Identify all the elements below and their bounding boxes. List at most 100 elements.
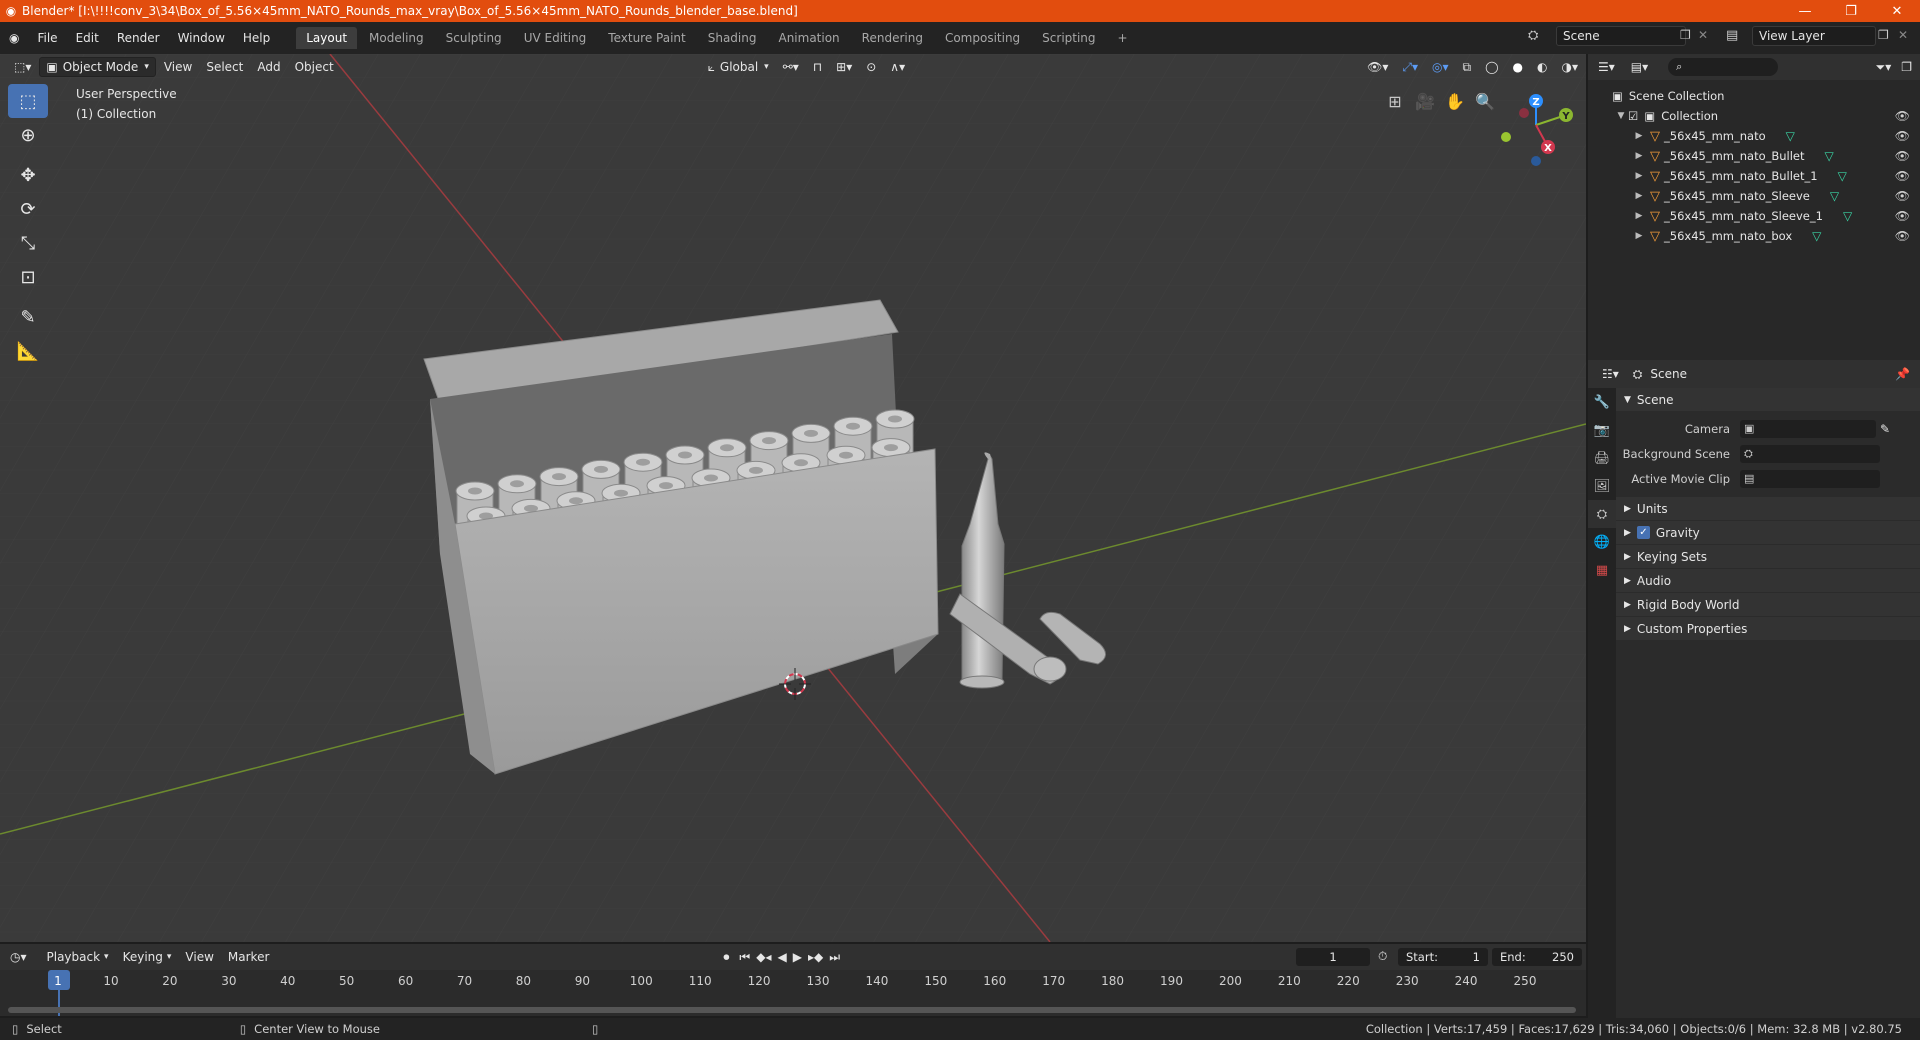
pivot-icon[interactable]: ⚯▾ xyxy=(777,57,805,77)
expand-icon[interactable]: ▶ xyxy=(1632,131,1646,141)
snap-target-icon[interactable]: ⊞▾ xyxy=(830,57,858,77)
collapse-icon[interactable]: ▼ xyxy=(1614,111,1628,121)
xray-icon[interactable]: ⧉ xyxy=(1457,57,1478,77)
expand-icon[interactable]: ▶ xyxy=(1632,231,1646,241)
output-tab-icon[interactable]: 🖨 xyxy=(1588,444,1616,472)
current-frame-field[interactable]: 1 xyxy=(1296,948,1370,966)
timeline-editor-icon[interactable]: ◷▾ xyxy=(10,950,27,964)
gravity-checkbox[interactable]: ✓ xyxy=(1636,526,1650,539)
outliner-object[interactable]: ▶ ▽ _56x45_mm_nato_Sleeve_1 ▽ 👁 xyxy=(1588,206,1920,226)
maximize-button[interactable]: ❐ xyxy=(1828,4,1874,19)
view-layer-icon[interactable]: ▤ xyxy=(1726,28,1738,43)
jump-end-icon[interactable]: ⏭ xyxy=(829,950,840,965)
gizmo-neg-z[interactable] xyxy=(1531,156,1541,166)
tab-texture-paint[interactable]: Texture Paint xyxy=(598,27,695,49)
scene-name-field[interactable]: Scene xyxy=(1556,26,1686,46)
grid-view-icon[interactable]: ⊞ xyxy=(1380,86,1410,116)
view-layer-tab-icon[interactable]: 🖼 xyxy=(1588,472,1616,500)
view-layer-field[interactable]: View Layer xyxy=(1752,26,1876,46)
render-tab-icon[interactable]: 📷 xyxy=(1588,416,1616,444)
select-box-icon[interactable]: ⬚ xyxy=(8,84,48,118)
material-shading-icon[interactable]: ◐ xyxy=(1531,57,1553,77)
eye-icon[interactable]: 👁 xyxy=(1895,109,1910,123)
outliner-object[interactable]: ▶ ▽ _56x45_mm_nato ▽ 👁 xyxy=(1588,126,1920,146)
delete-view-layer-icon[interactable]: ✕ xyxy=(1898,28,1908,42)
timeline-ruler[interactable]: 1 10 20 30 40 50 60 70 80 90 100 110 120 130 140 150 160… xyxy=(0,970,1586,1016)
record-icon[interactable]: ⏺ xyxy=(723,950,729,965)
eye-icon[interactable]: 👁 xyxy=(1895,129,1910,143)
outliner-object[interactable]: ▶ ▽ _56x45_mm_nato_Bullet_1 ▽ 👁 xyxy=(1588,166,1920,186)
editor-type-icon[interactable]: ⬚▾ xyxy=(8,57,37,77)
close-button[interactable]: ✕ xyxy=(1874,4,1920,19)
outliner-search-input[interactable]: ⌕ xyxy=(1668,58,1779,76)
menu-add[interactable]: Add xyxy=(251,57,286,77)
measure-tool-icon[interactable]: 📐 xyxy=(8,334,48,368)
menu-view[interactable]: View xyxy=(158,57,198,77)
menu-marker[interactable]: Marker xyxy=(222,947,275,967)
scene-panel-header[interactable]: ▼ Scene xyxy=(1616,388,1920,412)
new-collection-icon[interactable]: ❐ xyxy=(1901,60,1912,74)
menu-playback[interactable]: Playback ▾ xyxy=(41,947,115,967)
expand-icon[interactable]: ▶ xyxy=(1632,171,1646,181)
camera-field[interactable]: ▣ xyxy=(1740,419,1876,438)
timeline-scrollbar[interactable] xyxy=(8,1007,1576,1013)
scale-tool-icon[interactable]: ⤡ xyxy=(8,226,48,260)
play-icon[interactable]: ▶ xyxy=(793,950,802,964)
gizmo-neg-x[interactable] xyxy=(1519,108,1529,118)
pan-hand-icon[interactable]: ✋ xyxy=(1440,86,1470,116)
gizmo-neg-y[interactable] xyxy=(1501,132,1511,142)
tab-modeling[interactable]: Modeling xyxy=(359,27,434,49)
tab-uv-editing[interactable]: UV Editing xyxy=(514,27,597,49)
eye-icon[interactable]: 👁 xyxy=(1895,169,1910,183)
menu-edit[interactable]: Edit xyxy=(67,31,108,45)
gravity-panel-header[interactable]: ▶ ✓ Gravity xyxy=(1616,521,1920,545)
eyedropper-icon[interactable]: ✎ xyxy=(1880,422,1890,436)
tab-shading[interactable]: Shading xyxy=(698,27,767,49)
new-scene-icon[interactable]: ❐ xyxy=(1680,28,1691,42)
outliner-object[interactable]: ▶ ▽ _56x45_mm_nato_Bullet ▽ 👁 xyxy=(1588,146,1920,166)
menu-render[interactable]: Render xyxy=(108,31,169,45)
mode-selector[interactable]: ▣ Object Mode ▾ xyxy=(39,57,156,77)
properties-editor-icon[interactable]: ☷▾ xyxy=(1602,367,1619,381)
end-frame-field[interactable]: End: 250 xyxy=(1492,948,1582,966)
stopwatch-icon[interactable]: ⏱ xyxy=(1378,949,1387,964)
tab-animation[interactable]: Animation xyxy=(768,27,849,49)
rigid-body-world-panel-header[interactable]: ▶ Rigid Body World xyxy=(1616,593,1920,617)
falloff-icon[interactable]: ∧▾ xyxy=(884,57,911,77)
eye-icon[interactable]: 👁 xyxy=(1895,149,1910,163)
gizmo-toggle-icon[interactable]: ⤢▾ xyxy=(1396,57,1424,77)
menu-window[interactable]: Window xyxy=(169,31,234,45)
menu-keying[interactable]: Keying ▾ xyxy=(117,947,178,967)
display-mode-icon[interactable]: ▤▾ xyxy=(1631,60,1648,74)
outliner-object[interactable]: ▶ ▽ _56x45_mm_nato_box ▽ 👁 xyxy=(1588,226,1920,246)
menu-help[interactable]: Help xyxy=(234,31,279,45)
start-frame-field[interactable]: Start: 1 xyxy=(1398,948,1488,966)
rendered-shading-icon[interactable]: ◑▾ xyxy=(1556,57,1585,77)
tab-scripting[interactable]: Scripting xyxy=(1032,27,1105,49)
tab-layout[interactable]: Layout xyxy=(296,27,358,49)
3d-viewport[interactable]: Z Y X ⬚▾ ▣ Object Mode ▾ View Select Add… xyxy=(0,54,1586,942)
snap-icon[interactable]: ⊓ xyxy=(807,57,828,77)
tab-compositing[interactable]: Compositing xyxy=(935,27,1030,49)
outliner-scene-collection[interactable]: ▣ Scene Collection xyxy=(1588,86,1920,106)
outliner-collection[interactable]: ▼ ☑ ▣ Collection 👁 xyxy=(1588,106,1920,126)
filter-icon[interactable]: ⏷▾ xyxy=(1876,60,1892,75)
texture-tab-icon[interactable]: ▦ xyxy=(1588,556,1616,584)
next-keyframe-icon[interactable]: ▸◆ xyxy=(808,950,823,964)
outliner-editor-icon[interactable]: ☰▾ xyxy=(1598,60,1615,74)
checkbox-icon[interactable]: ☑ xyxy=(1628,109,1638,123)
orientation-selector[interactable]: ⟀ Global ▾ xyxy=(702,57,775,77)
prev-keyframe-icon[interactable]: ◆◂ xyxy=(756,950,771,964)
rotate-tool-icon[interactable]: ⟳ xyxy=(8,192,48,226)
visibility-icon[interactable]: 👁▾ xyxy=(1361,57,1394,77)
annotate-tool-icon[interactable]: ✎ xyxy=(8,300,48,334)
eye-icon[interactable]: 👁 xyxy=(1895,209,1910,223)
delete-scene-icon[interactable]: ✕ xyxy=(1698,28,1708,42)
wireframe-shading-icon[interactable]: ◯ xyxy=(1479,57,1504,77)
expand-icon[interactable]: ▶ xyxy=(1632,191,1646,201)
tool-tab-icon[interactable]: 🔧 xyxy=(1588,388,1616,416)
menu-select[interactable]: Select xyxy=(200,57,249,77)
custom-properties-panel-header[interactable]: ▶ Custom Properties xyxy=(1616,617,1920,641)
eye-icon[interactable]: 👁 xyxy=(1895,229,1910,243)
expand-icon[interactable]: ▶ xyxy=(1632,151,1646,161)
